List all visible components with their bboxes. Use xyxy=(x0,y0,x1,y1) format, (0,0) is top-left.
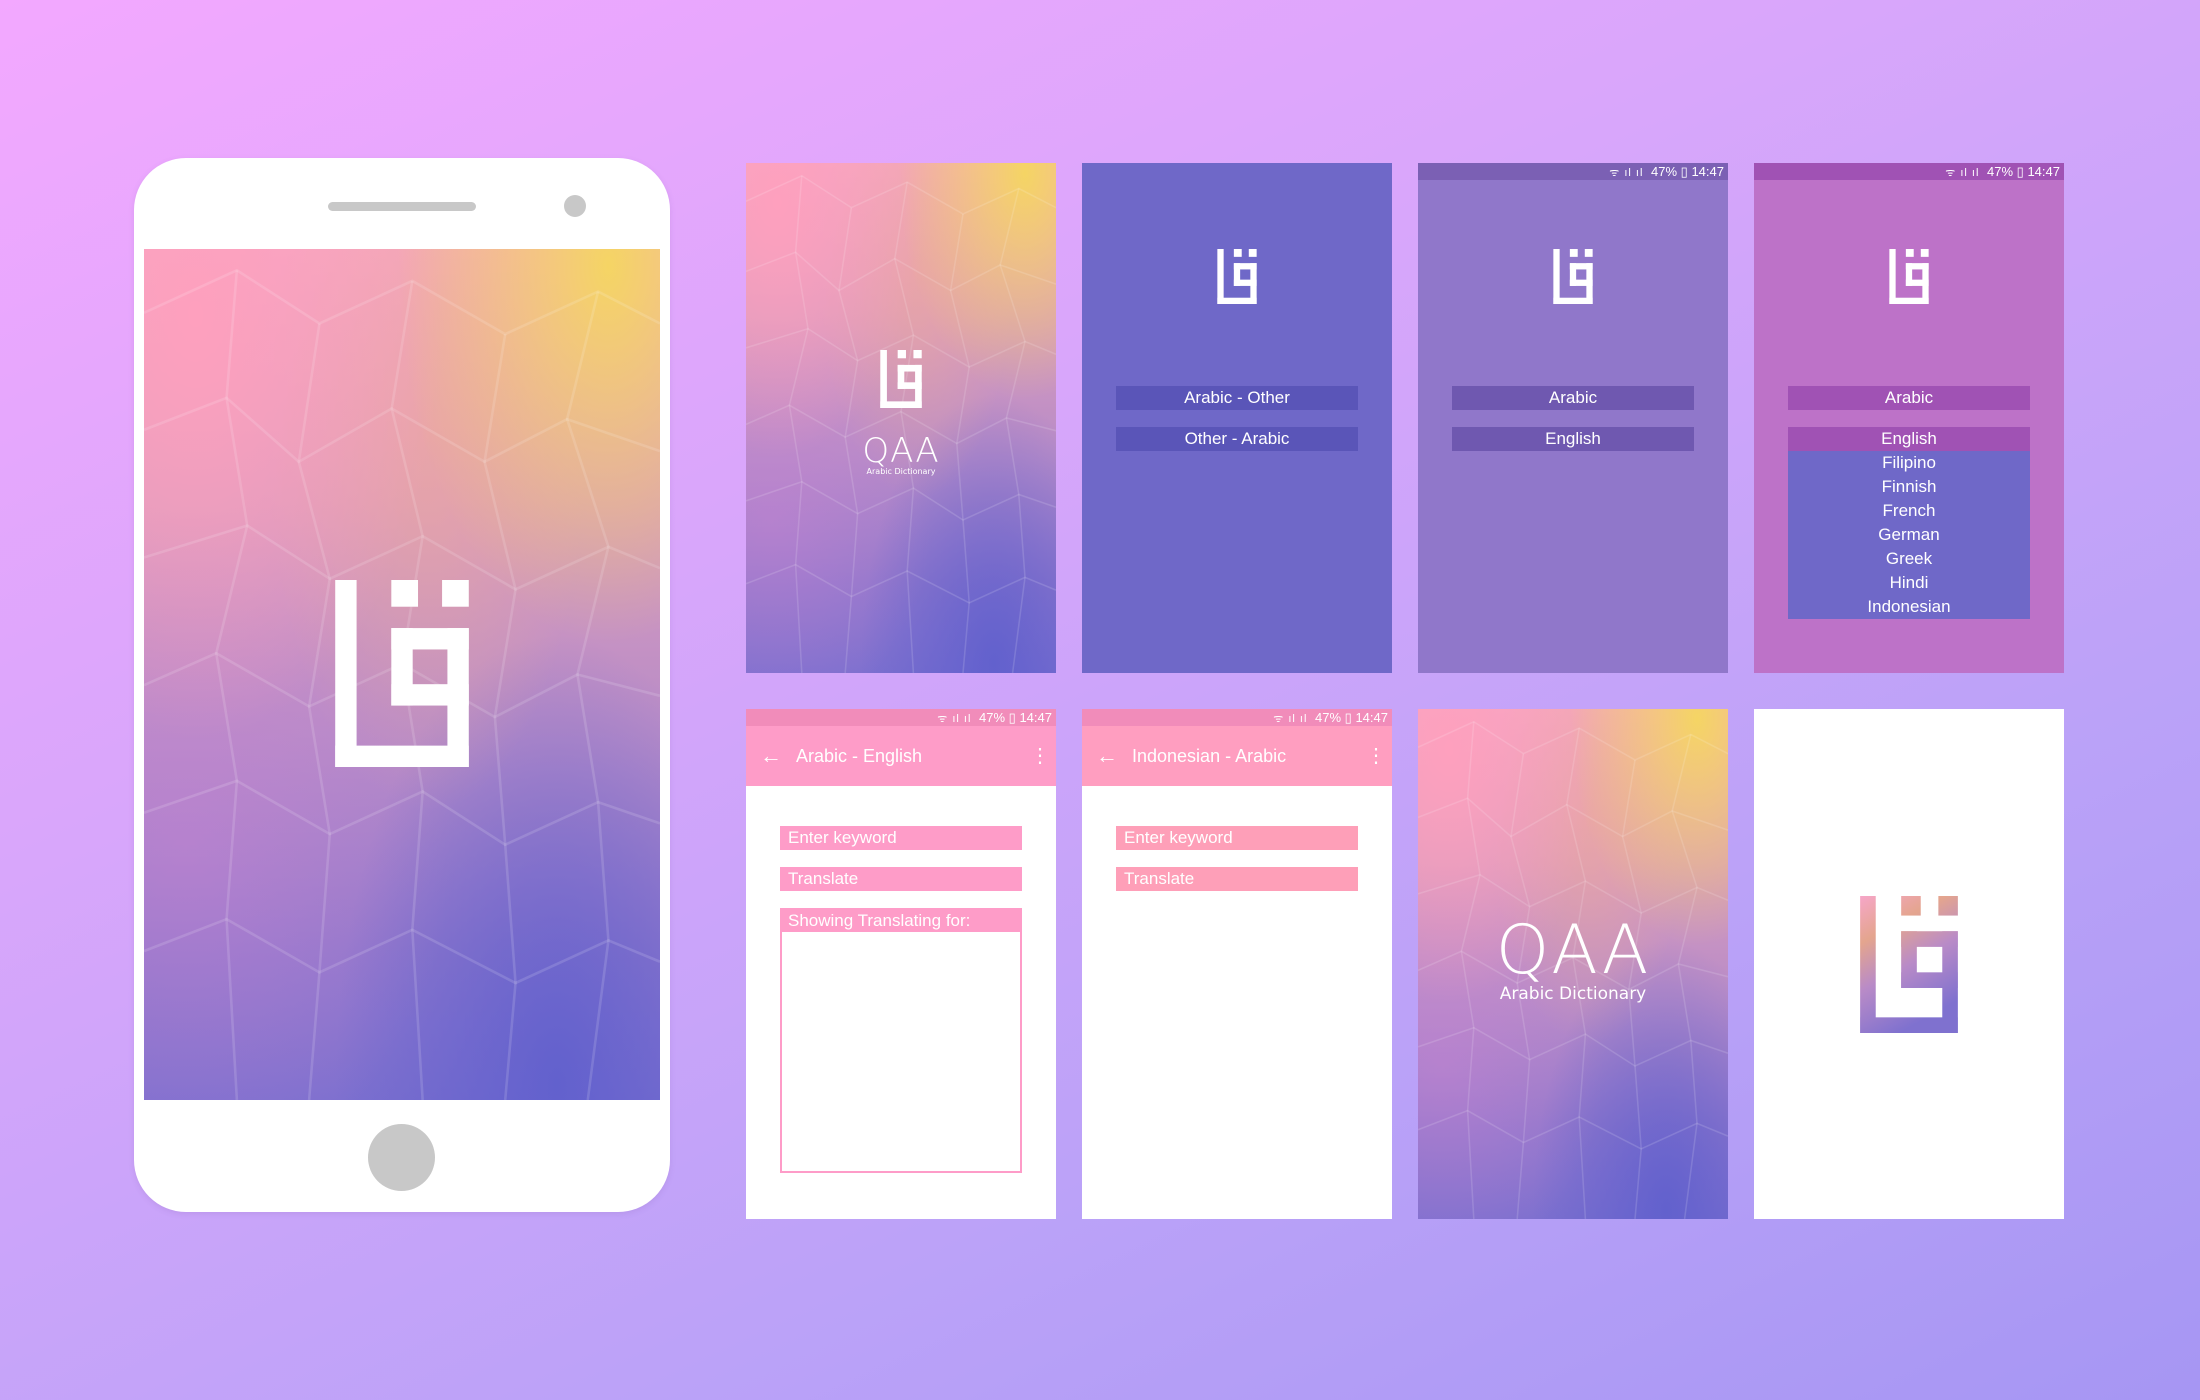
phone-mockup xyxy=(134,158,670,1212)
wifi-signal-icon: ᯤ ıl ıl xyxy=(1945,167,1980,179)
phone-home-button[interactable] xyxy=(368,1124,435,1191)
battery-icon: ▯ xyxy=(1008,710,1016,725)
battery-level: 47% xyxy=(1315,710,1342,725)
clock: 14:47 xyxy=(1355,710,1388,725)
app-name: QAA xyxy=(862,431,940,471)
dropdown-option[interactable]: German xyxy=(1788,523,2030,547)
app-subtitle: Arabic Dictionary xyxy=(866,467,936,476)
clock: 14:47 xyxy=(2027,164,2060,179)
battery-icon: ▯ xyxy=(1344,710,1352,725)
splash-screen: QAA Arabic Dictionary xyxy=(746,163,1056,673)
mode-option-arabic-other[interactable]: Arabic - Other xyxy=(1116,386,1358,410)
qaa-logo-icon xyxy=(1889,249,1929,304)
dropdown-selected-english[interactable]: English xyxy=(1788,427,2030,451)
translate-button[interactable]: Translate xyxy=(1116,867,1358,891)
mode-option-other-arabic[interactable]: Other - Arabic xyxy=(1116,427,1358,451)
wifi-signal-icon: ᯤ ıl ıl xyxy=(1273,713,1308,725)
status-bar: ᯤ ıl ıl 47% ▯ 14:47 xyxy=(1418,163,1728,180)
app-subtitle: Arabic Dictionary xyxy=(1499,984,1647,1004)
keyword-input[interactable]: Enter keyword xyxy=(1116,826,1358,850)
polygon-pattern xyxy=(746,163,1056,673)
clock: 14:47 xyxy=(1691,164,1724,179)
battery-level: 47% xyxy=(979,710,1006,725)
source-language-select[interactable]: Arabic xyxy=(1788,386,2030,410)
battery-level: 47% xyxy=(1651,164,1678,179)
phone-speaker xyxy=(328,202,476,211)
phone-camera xyxy=(564,195,586,217)
qaa-logo-icon xyxy=(1860,896,1958,1033)
app-toolbar: ← Indonesian - Arabic ⋮ xyxy=(1082,726,1392,786)
app-name: QAA xyxy=(1495,911,1651,990)
battery-icon: ▯ xyxy=(2016,164,2024,179)
dropdown-option[interactable]: Greek xyxy=(1788,547,2030,571)
status-bar: ᯤ ıl ıl 47% ▯ 14:47 xyxy=(1754,163,2064,180)
wifi-signal-icon: ᯤ ıl ıl xyxy=(1609,167,1644,179)
clock: 14:47 xyxy=(1019,710,1052,725)
qaa-logo-icon xyxy=(1217,249,1257,304)
back-arrow-icon[interactable]: ← xyxy=(760,726,782,786)
overflow-menu-icon[interactable]: ⋮ xyxy=(1366,726,1386,786)
language-screen: ᯤ ıl ıl 47% ▯ 14:47 Arabic English xyxy=(1418,163,1728,673)
qaa-logo-icon xyxy=(1553,249,1593,304)
mode-screen: Arabic - Other Other - Arabic xyxy=(1082,163,1392,673)
translate-button[interactable]: Translate xyxy=(780,867,1022,891)
result-panel: Showing Translating for: xyxy=(780,908,1022,1173)
target-language-select[interactable]: English xyxy=(1452,427,1694,451)
phone-splash-screen xyxy=(144,249,660,1100)
source-language-select[interactable]: Arabic xyxy=(1452,386,1694,410)
logo-screen xyxy=(1754,709,2064,1219)
translate-screen-indonesian-arabic: ᯤ ıl ıl 47% ▯ 14:47 ← Indonesian - Arabi… xyxy=(1082,709,1392,1219)
back-arrow-icon[interactable]: ← xyxy=(1096,726,1118,786)
translate-screen-arabic-english: ᯤ ıl ıl 47% ▯ 14:47 ← Arabic - English ⋮… xyxy=(746,709,1056,1219)
battery-icon: ▯ xyxy=(1680,164,1688,179)
app-toolbar: ← Arabic - English ⋮ xyxy=(746,726,1056,786)
dropdown-option[interactable]: French xyxy=(1788,499,2030,523)
wifi-signal-icon: ᯤ ıl ıl xyxy=(937,713,972,725)
battery-level: 47% xyxy=(1987,164,2014,179)
keyword-input[interactable]: Enter keyword xyxy=(780,826,1022,850)
language-dropdown-screen: ᯤ ıl ıl 47% ▯ 14:47 Arabic English Filip… xyxy=(1754,163,2064,673)
status-bar: ᯤ ıl ıl 47% ▯ 14:47 xyxy=(746,709,1056,726)
qaa-logo-icon xyxy=(880,350,922,408)
dropdown-option[interactable]: Filipino xyxy=(1788,451,2030,475)
overflow-menu-icon[interactable]: ⋮ xyxy=(1030,726,1050,786)
dropdown-option[interactable]: Hindi xyxy=(1788,571,2030,595)
dropdown-option[interactable]: Finnish xyxy=(1788,475,2030,499)
dropdown-option[interactable]: Indonesian xyxy=(1788,595,2030,619)
status-bar: ᯤ ıl ıl 47% ▯ 14:47 xyxy=(1082,709,1392,726)
language-dropdown-list: English Filipino Finnish French German G… xyxy=(1788,427,2030,619)
result-header: Showing Translating for: xyxy=(782,910,1020,932)
brand-splash-screen: QAA Arabic Dictionary xyxy=(1418,709,1728,1219)
toolbar-title: Arabic - English xyxy=(796,746,923,766)
toolbar-title: Indonesian - Arabic xyxy=(1132,746,1287,766)
qaa-logo-icon xyxy=(334,580,470,767)
